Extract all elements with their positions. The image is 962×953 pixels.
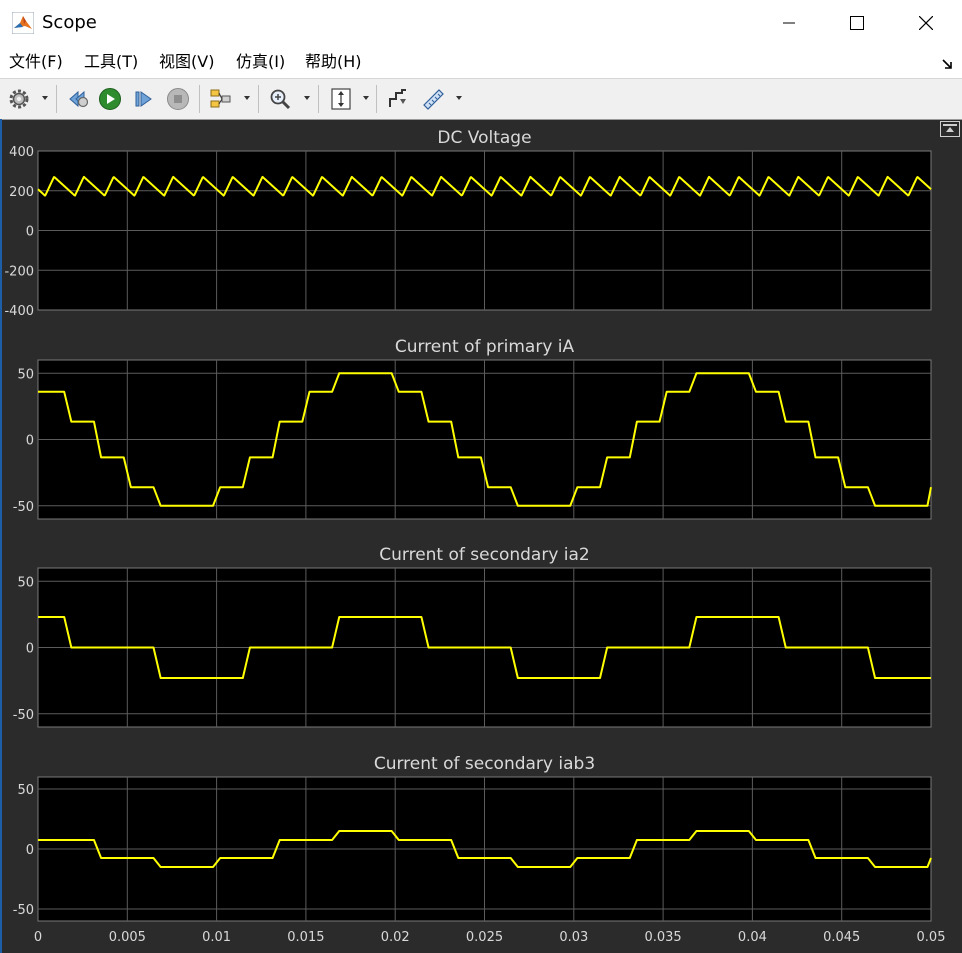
menu-help[interactable]: 帮助(H) (305, 52, 362, 72)
toolbar-separator (376, 85, 377, 113)
x-tick-label: 0.03 (559, 930, 588, 945)
y-tick-label: 0 (26, 434, 34, 449)
minimize-icon (783, 22, 795, 24)
toolbar-separator (258, 85, 259, 113)
scope-display: 400 200 0 -200 -400 DC Voltage 50 0 -50 Current o… (0, 119, 962, 953)
scope-panel-1: 400 200 0 -200 -400 DC Voltage (4, 128, 932, 319)
menu-tools[interactable]: 工具(T) (84, 52, 138, 72)
maximize-icon (850, 16, 864, 30)
scope-plots: 4002000-200-400DC Voltage500-50Current o… (4, 128, 946, 945)
y-tick-label: -400 (4, 304, 34, 319)
zoom-icon[interactable] (268, 87, 292, 111)
close-button[interactable] (903, 0, 949, 46)
y-tick-label: -50 (13, 500, 34, 515)
y-tick-label: 50 (17, 783, 34, 798)
x-tick-label: 0.02 (381, 930, 410, 945)
plot-title: Current of secondary iab3 (374, 754, 595, 774)
highlight-dropdown-icon[interactable] (244, 96, 250, 100)
style-icon[interactable] (386, 87, 410, 111)
step-forward-icon[interactable] (132, 87, 156, 111)
menu-view[interactable]: 视图(V) (159, 52, 214, 72)
scope-panel-4: 500-50Current of secondary iab30 0.005 0.0… (13, 754, 946, 945)
toolbar-separator (56, 85, 57, 113)
toolbar-separator (318, 85, 319, 113)
scope-panel-2: 50 0 -50 Current of primary iA (13, 337, 932, 520)
menu-bar: 文件(F) 工具(T) 视图(V) 仿真(I) 帮助(H) (0, 46, 962, 78)
x-tick-label: 0.045 (823, 930, 860, 945)
plot-title: DC Voltage (437, 128, 531, 148)
x-tick-label: 0 (34, 930, 42, 945)
y-tick-label: 0 (26, 642, 34, 657)
plot-title: Current of secondary ia2 (379, 545, 590, 565)
x-tick-label: 0.05 (917, 930, 946, 945)
y-tick-label: 400 (9, 145, 34, 160)
y-tick-label: 0 (26, 843, 34, 858)
toolbar (0, 78, 962, 120)
highlight-block-icon[interactable] (208, 87, 232, 111)
autoscale-dropdown-icon[interactable] (363, 96, 369, 100)
plot-title: Current of primary iA (395, 337, 575, 357)
x-tick-label: 0.01 (202, 930, 231, 945)
menu-simulation[interactable]: 仿真(I) (236, 52, 285, 72)
y-tick-label: 200 (9, 185, 34, 200)
x-tick-label: 0.015 (287, 930, 324, 945)
y-tick-label: -200 (4, 264, 34, 279)
zoom-dropdown-icon[interactable] (304, 96, 310, 100)
y-tick-label: 50 (17, 367, 34, 382)
x-tick-label: 0.035 (644, 930, 681, 945)
toolbar-separator (199, 85, 200, 113)
y-tick-label: -50 (13, 708, 34, 723)
run-icon[interactable] (98, 87, 122, 111)
menu-file[interactable]: 文件(F) (9, 52, 63, 72)
measurement-dropdown-icon[interactable] (456, 96, 462, 100)
undock-arrow-icon[interactable] (942, 58, 954, 70)
x-tick-label: 0.005 (109, 930, 146, 945)
maximize-button[interactable] (834, 0, 880, 46)
scope-panel-3: 50 0 -50 Current of secondary ia2 (13, 545, 932, 728)
title-bar: Scope (0, 0, 962, 46)
matlab-logo-icon (12, 12, 34, 34)
minimize-button[interactable] (766, 0, 812, 46)
y-tick-label: 50 (17, 575, 34, 590)
window-title: Scope (42, 12, 97, 33)
y-tick-label: -50 (13, 903, 34, 918)
measurement-icon[interactable] (421, 87, 445, 111)
x-tick-label: 0.025 (466, 930, 503, 945)
x-tick-label: 0.04 (738, 930, 767, 945)
y-tick-label: 0 (26, 225, 34, 240)
settings-icon[interactable] (7, 87, 31, 111)
layout-toggle-icon[interactable] (940, 121, 960, 137)
autoscale-icon[interactable] (329, 87, 353, 111)
step-back-icon[interactable] (66, 87, 90, 111)
stop-icon[interactable] (166, 87, 190, 111)
settings-dropdown-icon[interactable] (42, 96, 48, 100)
close-icon (919, 16, 933, 30)
